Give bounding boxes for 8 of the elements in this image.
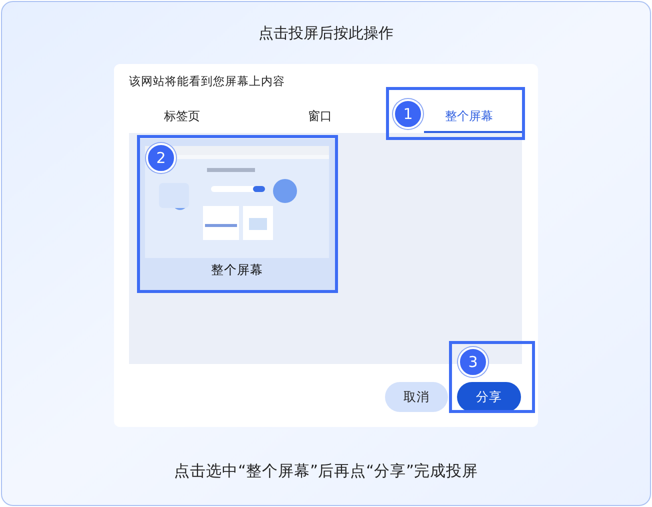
cancel-button[interactable]: 取消 [385,382,448,412]
dialog-heading: 该网站将能看到您屏幕上内容 [129,74,285,88]
tab[interactable]: 标签页 [164,97,200,133]
page-title: 点击投屏后按此操作 [258,26,394,40]
share-button[interactable]: 分享 [457,382,521,412]
instruction-text: 点击选中“整个屏幕”后再点“分享”完成投屏 [174,464,478,480]
source-label: 整个屏幕 [211,262,263,278]
tab[interactable]: 窗口 [308,97,332,133]
